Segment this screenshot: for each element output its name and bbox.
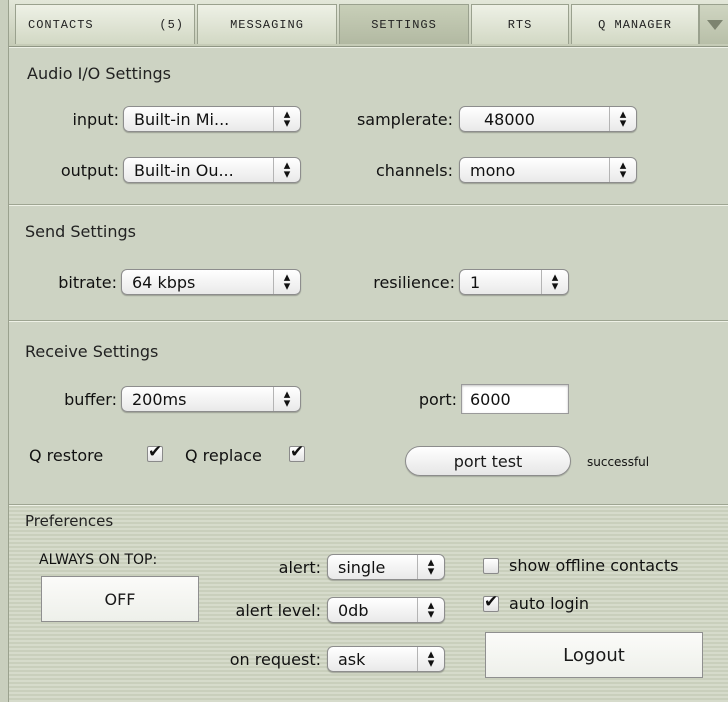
samplerate-select-value: 48000 — [484, 109, 535, 129]
output-label: output: — [60, 161, 119, 180]
samplerate-select[interactable]: 48000 ▴ ▾ — [459, 106, 637, 132]
channels-select[interactable]: mono ▴ ▾ — [459, 157, 637, 183]
channels-label: channels: — [375, 161, 453, 180]
stepper-arrows-icon: ▴ ▾ — [273, 158, 300, 182]
tab-contacts[interactable]: CONTACTS (5) — [15, 4, 195, 44]
audio-io-section: Audio I/O Settings input: Built-in Mi...… — [9, 47, 728, 205]
alert-select-value: single — [338, 557, 386, 577]
show-offline-checkbox[interactable] — [483, 558, 499, 574]
tab-bar: CONTACTS (5) MESSAGING SETTINGS RTS Q MA… — [9, 0, 728, 47]
audio-io-title: Audio I/O Settings — [27, 64, 171, 83]
buffer-select-value: 200ms — [132, 389, 187, 409]
stepper-arrows-icon: ▴ ▾ — [417, 555, 444, 579]
stepper-arrows-icon: ▴ ▾ — [609, 158, 636, 182]
bitrate-label: bitrate: — [58, 273, 117, 292]
on-request-select-value: ask — [338, 649, 366, 669]
alert-level-select[interactable]: 0db ▴ ▾ — [327, 597, 445, 623]
input-label: input: — [72, 110, 119, 129]
contacts-count-badge: (5) — [159, 17, 184, 32]
send-settings-section: Send Settings bitrate: 64 kbps ▴ ▾ resili… — [9, 205, 728, 321]
stepper-arrows-icon: ▴ ▾ — [541, 270, 568, 294]
alert-level-select-value: 0db — [338, 600, 369, 620]
alert-label: alert: — [278, 558, 321, 577]
tab-messaging[interactable]: MESSAGING — [197, 4, 337, 44]
q-replace-checkbox[interactable] — [289, 442, 305, 462]
tab-messaging-label: MESSAGING — [230, 17, 304, 32]
settings-window: CONTACTS (5) MESSAGING SETTINGS RTS Q MA… — [8, 0, 728, 702]
auto-login-label: auto login — [509, 594, 590, 613]
on-request-select[interactable]: ask ▴ ▾ — [327, 646, 445, 672]
tab-q-manager[interactable]: Q MANAGER — [571, 4, 699, 44]
port-test-button[interactable]: port test — [405, 446, 571, 476]
triangle-down-icon[interactable] — [699, 4, 728, 44]
tab-settings[interactable]: SETTINGS — [339, 4, 469, 44]
receive-settings-section: Receive Settings buffer: 200ms ▴ ▾ port: … — [9, 321, 728, 505]
stepper-arrows-icon: ▴ ▾ — [609, 107, 636, 131]
stepper-arrows-icon: ▴ ▾ — [417, 647, 444, 671]
channels-select-value: mono — [470, 160, 516, 180]
resilience-select[interactable]: 1 ▴ ▾ — [459, 269, 569, 295]
output-select-value: Built-in Ou... — [134, 160, 234, 180]
buffer-select[interactable]: 200ms ▴ ▾ — [121, 386, 301, 412]
port-test-status: successful — [587, 455, 650, 469]
resilience-select-value: 1 — [470, 272, 481, 292]
tab-rts-label: RTS — [507, 17, 533, 32]
bitrate-select-value: 64 kbps — [132, 272, 196, 292]
show-offline-label: show offline contacts — [509, 556, 679, 575]
samplerate-label: samplerate: — [356, 110, 453, 129]
input-select[interactable]: Built-in Mi... ▴ ▾ — [123, 106, 301, 132]
tab-contacts-label: CONTACTS — [28, 17, 94, 32]
q-replace-label: Q replace — [185, 446, 262, 465]
resilience-label: resilience: — [373, 273, 455, 292]
port-label: port: — [418, 390, 457, 409]
tab-rts[interactable]: RTS — [471, 4, 569, 44]
q-restore-label: Q restore — [29, 446, 104, 465]
preferences-title: Preferences — [25, 512, 114, 530]
always-on-top-label: ALWAYS ON TOP: — [39, 552, 158, 568]
stepper-arrows-icon: ▴ ▾ — [273, 270, 300, 294]
on-request-label: on request: — [229, 650, 321, 669]
port-input[interactable]: 6000 — [461, 384, 569, 414]
stepper-arrows-icon: ▴ ▾ — [417, 598, 444, 622]
stepper-arrows-icon: ▴ ▾ — [273, 387, 300, 411]
alert-level-label: alert level: — [235, 601, 321, 620]
alert-select[interactable]: single ▴ ▾ — [327, 554, 445, 580]
always-on-top-button[interactable]: OFF — [41, 576, 199, 622]
preferences-section: Preferences ALWAYS ON TOP: OFF alert: si… — [9, 505, 728, 702]
output-select[interactable]: Built-in Ou... ▴ ▾ — [123, 157, 301, 183]
q-restore-checkbox[interactable] — [147, 442, 163, 462]
auto-login-checkbox[interactable] — [483, 592, 499, 612]
send-settings-title: Send Settings — [25, 222, 137, 241]
buffer-label: buffer: — [64, 390, 117, 409]
input-select-value: Built-in Mi... — [134, 109, 230, 129]
logout-button[interactable]: Logout — [485, 632, 703, 678]
receive-settings-title: Receive Settings — [25, 342, 159, 361]
tab-q-manager-label: Q MANAGER — [598, 17, 672, 32]
bitrate-select[interactable]: 64 kbps ▴ ▾ — [121, 269, 301, 295]
stepper-arrows-icon: ▴ ▾ — [273, 107, 300, 131]
tab-settings-label: SETTINGS — [371, 17, 437, 32]
